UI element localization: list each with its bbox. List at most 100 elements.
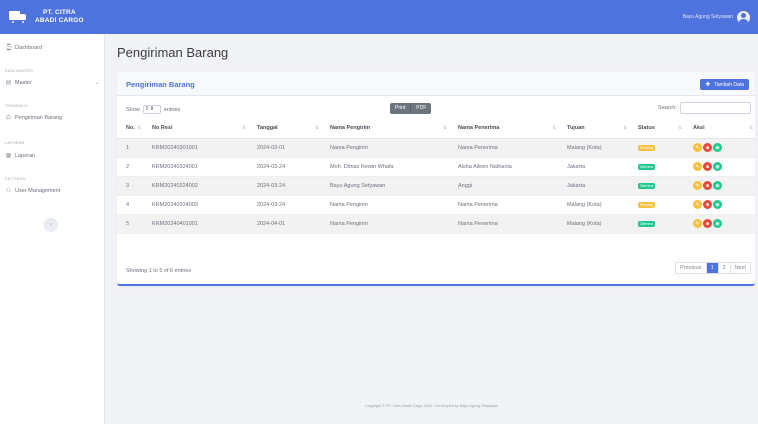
cell-pengirim: Moh. Dimas Rewin Whafa bbox=[321, 157, 449, 177]
sidebar-item-user-management[interactable]: ⚇ User Management bbox=[5, 187, 99, 195]
cell-aksi: ✎ ■ ◉ bbox=[684, 138, 755, 158]
view-button[interactable]: ◉ bbox=[713, 162, 722, 171]
print-button[interactable]: Print bbox=[390, 103, 412, 114]
brand-logo[interactable]: PT. CITRA ABADI CARGO bbox=[0, 0, 105, 34]
cell-resi: KRM20240401001 bbox=[143, 214, 248, 234]
cell-penerima: Anggi bbox=[449, 176, 558, 196]
cell-resi: KRM20240301001 bbox=[143, 138, 248, 158]
col-no[interactable]: No. ⇅ bbox=[117, 119, 143, 139]
report-icon: ▦ bbox=[5, 153, 12, 159]
col-nama-penerima[interactable]: Nama Penerima ⇅ bbox=[449, 119, 558, 139]
col-tujuan[interactable]: Tujuan ⇅ bbox=[558, 119, 629, 139]
delete-button[interactable]: ■ bbox=[703, 200, 712, 209]
table-row: 1 KRM20240301001 2024-03-01 Nama Pengirim Na… bbox=[117, 138, 755, 158]
data-card: Pengiriman Barang ✚ Tambah Data Show 5 ⬍… bbox=[117, 72, 755, 286]
edit-button[interactable]: ✎ bbox=[693, 143, 702, 152]
col-tanggal[interactable]: Tanggal ⇅ bbox=[248, 119, 321, 139]
users-icon: ⚇ bbox=[5, 188, 12, 194]
table-body: 1 KRM20240301001 2024-03-01 Nama Pengirim Na… bbox=[117, 138, 755, 234]
cell-status: Diterima bbox=[629, 157, 684, 177]
cell-aksi: ✎ ■ ◉ bbox=[684, 176, 755, 196]
delete-button[interactable]: ■ bbox=[703, 181, 712, 190]
sidebar-item-dashboard[interactable]: ⌚ Dashboard bbox=[5, 44, 99, 52]
chevron-down-icon: ⌄ bbox=[94, 79, 99, 86]
cell-penerima: Aisha Aileen Nathania bbox=[449, 157, 558, 177]
view-button[interactable]: ◉ bbox=[713, 181, 722, 190]
pdf-button[interactable]: PDF bbox=[411, 103, 432, 114]
cell-tanggal: 2024-03-24 bbox=[248, 157, 321, 177]
sort-icon: ⇅ bbox=[552, 125, 556, 130]
status-badge: Pending bbox=[638, 201, 656, 208]
sidebar-heading-laporan: LAPORAN bbox=[5, 141, 25, 145]
table-row: 2 KRM20240324001 2024-03-24 Moh. Dimas Rewi… bbox=[117, 157, 755, 177]
view-button[interactable]: ◉ bbox=[713, 143, 722, 152]
cell-pengirim: Nama Pengirim bbox=[321, 195, 449, 215]
card-header: Pengiriman Barang ✚ Tambah Data bbox=[117, 72, 755, 96]
cell-tujuan: Malang (Kota) bbox=[558, 214, 629, 234]
edit-button[interactable]: ✎ bbox=[693, 162, 702, 171]
avatar[interactable] bbox=[737, 10, 750, 24]
cell-tujuan: Malang (Kota) bbox=[558, 195, 629, 215]
cell-no: 1 bbox=[117, 138, 143, 158]
cell-tanggal: 2024-04-01 bbox=[248, 214, 321, 234]
sort-icon: ⇅ bbox=[137, 125, 141, 130]
table-info: Showing 1 to 5 of 6 entries bbox=[126, 268, 192, 274]
sort-icon: ⇅ bbox=[749, 125, 753, 130]
edit-button[interactable]: ✎ bbox=[693, 181, 702, 190]
cell-penerima: Nama Penerima bbox=[449, 138, 558, 158]
user-menu[interactable]: Bayu Agung Setyawan bbox=[683, 0, 750, 34]
cell-pengirim: Bayu Agung Setyawan bbox=[321, 176, 449, 196]
sidebar-item-master[interactable]: ▤ Master ⌄ bbox=[5, 79, 99, 87]
sidebar-toggle-button[interactable]: ‹ bbox=[44, 218, 58, 232]
pagination-page-2[interactable]: 2 bbox=[719, 263, 731, 273]
card-title: Pengiriman Barang bbox=[126, 80, 195, 89]
pagination-previous[interactable]: Previous bbox=[676, 263, 707, 273]
sidebar: ⌚ Dashboard DATA MASTER ▤ Master ⌄ TRANS… bbox=[0, 34, 105, 424]
box-icon: ⚖ bbox=[5, 115, 12, 121]
edit-button[interactable]: ✎ bbox=[693, 200, 702, 209]
pagination-next[interactable]: Next bbox=[731, 263, 750, 273]
cell-aksi: ✎ ■ ◉ bbox=[684, 214, 755, 234]
sidebar-item-laporan[interactable]: ▦ Laporan bbox=[5, 152, 99, 160]
delete-button[interactable]: ■ bbox=[703, 162, 712, 171]
entries-length: Show 5 ⬍ entries bbox=[126, 105, 181, 114]
sort-icon: ⇅ bbox=[678, 125, 682, 130]
col-aksi[interactable]: Aksi ⇅ bbox=[684, 119, 755, 139]
cell-resi: KRM20240324001 bbox=[143, 157, 248, 177]
search-group: Search: bbox=[658, 102, 751, 114]
cell-tanggal: 2024-03-24 bbox=[248, 176, 321, 196]
view-button[interactable]: ◉ bbox=[713, 200, 722, 209]
pagination: Previous 1 2 Next bbox=[675, 262, 751, 274]
cell-penerima: Nama Penerima bbox=[449, 214, 558, 234]
page-title: Pengiriman Barang bbox=[117, 45, 229, 60]
delete-button[interactable]: ■ bbox=[703, 143, 712, 152]
footer-copyright: Copyright © PT. Citra Abadi Cargo 2024 •… bbox=[364, 404, 499, 408]
table-row: 4 KRM20240324003 2024-03-24 Nama Pengirim Na… bbox=[117, 195, 755, 215]
sidebar-heading-settings: SETTINGS bbox=[5, 177, 26, 181]
cell-pengirim: Nama Pengirim bbox=[321, 138, 449, 158]
cell-status: Pending bbox=[629, 138, 684, 158]
cell-tanggal: 2024-03-24 bbox=[248, 195, 321, 215]
shipment-table: No. ⇅ No Resi ⇅ Tanggal ⇅ Nama Pengirim ⇅ Na… bbox=[117, 119, 755, 234]
dashboard-icon: ⌚ bbox=[5, 45, 13, 51]
cell-tanggal: 2024-03-01 bbox=[248, 138, 321, 158]
edit-button[interactable]: ✎ bbox=[693, 219, 702, 228]
sidebar-heading-master: DATA MASTER bbox=[5, 69, 34, 73]
col-no-resi[interactable]: No Resi ⇅ bbox=[143, 119, 248, 139]
add-data-button[interactable]: ✚ Tambah Data bbox=[700, 79, 749, 90]
search-input[interactable] bbox=[680, 102, 751, 114]
top-navbar: PT. CITRA ABADI CARGO Bayu Agung Setyawa… bbox=[0, 0, 758, 34]
status-badge: Diterima bbox=[638, 163, 656, 170]
cell-status: Pending bbox=[629, 195, 684, 215]
status-badge: Diterima bbox=[638, 182, 656, 189]
pagination-page-1[interactable]: 1 bbox=[706, 263, 719, 273]
entries-select[interactable]: 5 ⬍ bbox=[142, 105, 161, 114]
sidebar-heading-transaksi: TRANSAKSI bbox=[5, 104, 29, 108]
delete-button[interactable]: ■ bbox=[703, 219, 712, 228]
sidebar-item-pengiriman[interactable]: ⚖ Pengiriman Barang bbox=[5, 114, 99, 122]
view-button[interactable]: ◉ bbox=[713, 219, 722, 228]
cell-no: 4 bbox=[117, 195, 143, 215]
cell-resi: KRM20240324003 bbox=[143, 195, 248, 215]
col-nama-pengirim[interactable]: Nama Pengirim ⇅ bbox=[321, 119, 449, 139]
col-status[interactable]: Status ⇅ bbox=[629, 119, 684, 139]
